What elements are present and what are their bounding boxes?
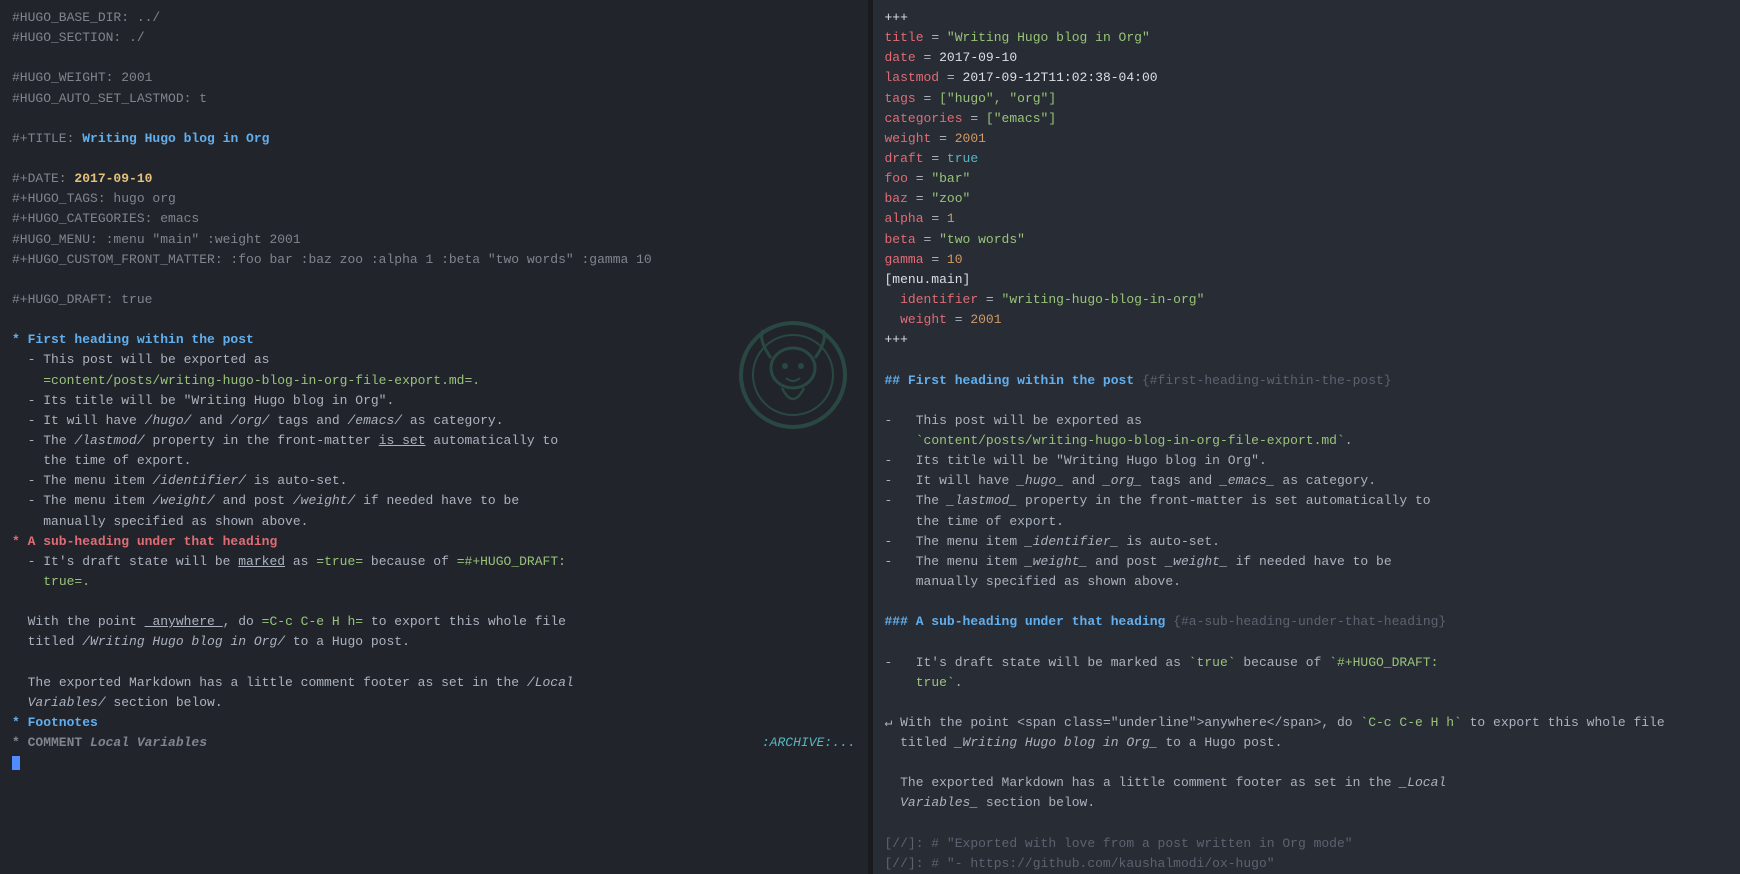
line-4: #HUGO_WEIGHT: 2001 [12, 68, 856, 88]
r-line-21: - This post will be exported as [885, 411, 1729, 431]
line-8 [12, 149, 856, 169]
r-line-7: weight = 2001 [885, 129, 1729, 149]
line-1: #HUGO_BASE_DIR: ../ [12, 8, 856, 28]
left-content: #HUGO_BASE_DIR: ../ #HUGO_SECTION: ./ #H… [12, 8, 856, 773]
r-line-37: titled _Writing Hugo blog in Org_ to a H… [885, 733, 1729, 753]
line-10: #+HUGO_TAGS: hugo org [12, 189, 856, 209]
line-19: =content/posts/writing-hugo-blog-in-org-… [12, 371, 856, 391]
r-line-22: `content/posts/writing-hugo-blog-in-org-… [885, 431, 1729, 451]
line-35: Variables/ section below. [12, 693, 856, 713]
line-23: the time of export. [12, 451, 856, 471]
line-5: #HUGO_AUTO_SET_LASTMOD: t [12, 89, 856, 109]
r-line-25: - The _lastmod_ property in the front-ma… [885, 491, 1729, 511]
left-pane: #HUGO_BASE_DIR: ../ #HUGO_SECTION: ./ #H… [0, 0, 869, 874]
line-37: * COMMENT Local Variables:ARCHIVE:... [12, 733, 856, 753]
line-31: With the point _anywhere_, do =C-c C-e H… [12, 612, 856, 632]
line-21: - It will have /hugo/ and /org/ tags and… [12, 411, 856, 431]
r-line-11: alpha = 1 [885, 209, 1729, 229]
r-line-36: ↵ With the point <span class="underline"… [885, 713, 1729, 733]
line-17: * First heading within the post [12, 330, 856, 350]
r-line-40: Variables_ section below. [885, 793, 1729, 813]
r-line-20 [885, 391, 1729, 411]
r-line-13: gamma = 10 [885, 250, 1729, 270]
line-18: - This post will be exported as [12, 350, 856, 370]
r-line-2: title = "Writing Hugo blog in Org" [885, 28, 1729, 48]
r-line-10: baz = "zoo" [885, 189, 1729, 209]
line-3 [12, 48, 856, 68]
line-34: The exported Markdown has a little comme… [12, 673, 856, 693]
r-line-8: draft = true [885, 149, 1729, 169]
r-line-17: +++ [885, 330, 1729, 350]
r-line-34: true`. [885, 673, 1729, 693]
line-32: titled /Writing Hugo blog in Org/ to a H… [12, 632, 856, 652]
r-line-30 [885, 592, 1729, 612]
r-line-4: lastmod = 2017-09-12T11:02:38-04:00 [885, 68, 1729, 88]
r-line-33: - It's draft state will be marked as `tr… [885, 653, 1729, 673]
r-line-28: - The menu item _weight_ and post _weigh… [885, 552, 1729, 572]
line-13: #+HUGO_CUSTOM_FRONT_MATTER: :foo bar :ba… [12, 250, 856, 270]
line-11: #+HUGO_CATEGORIES: emacs [12, 209, 856, 229]
r-line-5: tags = ["hugo", "org"] [885, 89, 1729, 109]
r-line-16: weight = 2001 [885, 310, 1729, 330]
line-25: - The menu item /weight/ and post /weigh… [12, 491, 856, 511]
r-line-31: ### A sub-heading under that heading {#a… [885, 612, 1729, 632]
line-20: - Its title will be "Writing Hugo blog i… [12, 391, 856, 411]
r-line-3: date = 2017-09-10 [885, 48, 1729, 68]
r-line-42: [//]: # "Exported with love from a post … [885, 834, 1729, 854]
line-14 [12, 270, 856, 290]
r-line-9: foo = "bar" [885, 169, 1729, 189]
r-line-39: The exported Markdown has a little comme… [885, 773, 1729, 793]
line-28: - It's draft state will be marked as =tr… [12, 552, 856, 572]
r-line-1: +++ [885, 8, 1729, 28]
line-9: #+DATE: 2017-09-10 [12, 169, 856, 189]
line-15: #+HUGO_DRAFT: true [12, 290, 856, 310]
r-line-35 [885, 693, 1729, 713]
line-26: manually specified as shown above. [12, 512, 856, 532]
r-line-14: [menu.main] [885, 270, 1729, 290]
r-line-29: manually specified as shown above. [885, 572, 1729, 592]
line-29: true=. [12, 572, 856, 592]
line-6 [12, 109, 856, 129]
line-33 [12, 653, 856, 673]
r-line-15: identifier = "writing-hugo-blog-in-org" [885, 290, 1729, 310]
line-7: #+TITLE: Writing Hugo blog in Org [12, 129, 856, 149]
r-line-23: - Its title will be "Writing Hugo blog i… [885, 451, 1729, 471]
r-line-32 [885, 632, 1729, 652]
r-line-38 [885, 753, 1729, 773]
right-pane: +++ title = "Writing Hugo blog in Org" d… [873, 0, 1740, 874]
line-16 [12, 310, 856, 330]
line-27: * A sub-heading under that heading [12, 532, 856, 552]
line-38 [12, 753, 856, 773]
r-line-19: ## First heading within the post {#first… [885, 371, 1729, 391]
r-line-27: - The menu item _identifier_ is auto-set… [885, 532, 1729, 552]
r-line-41 [885, 814, 1729, 834]
r-line-18 [885, 350, 1729, 370]
line-22: - The /lastmod/ property in the front-ma… [12, 431, 856, 451]
line-36: * Footnotes [12, 713, 856, 733]
r-line-24: - It will have _hugo_ and _org_ tags and… [885, 471, 1729, 491]
line-2: #HUGO_SECTION: ./ [12, 28, 856, 48]
r-line-26: the time of export. [885, 512, 1729, 532]
r-line-12: beta = "two words" [885, 230, 1729, 250]
line-30 [12, 592, 856, 612]
r-line-6: categories = ["emacs"] [885, 109, 1729, 129]
line-12: #HUGO_MENU: :menu "main" :weight 2001 [12, 230, 856, 250]
r-line-43: [//]: # "- https://github.com/kaushalmod… [885, 854, 1729, 874]
line-24: - The menu item /identifier/ is auto-set… [12, 471, 856, 491]
